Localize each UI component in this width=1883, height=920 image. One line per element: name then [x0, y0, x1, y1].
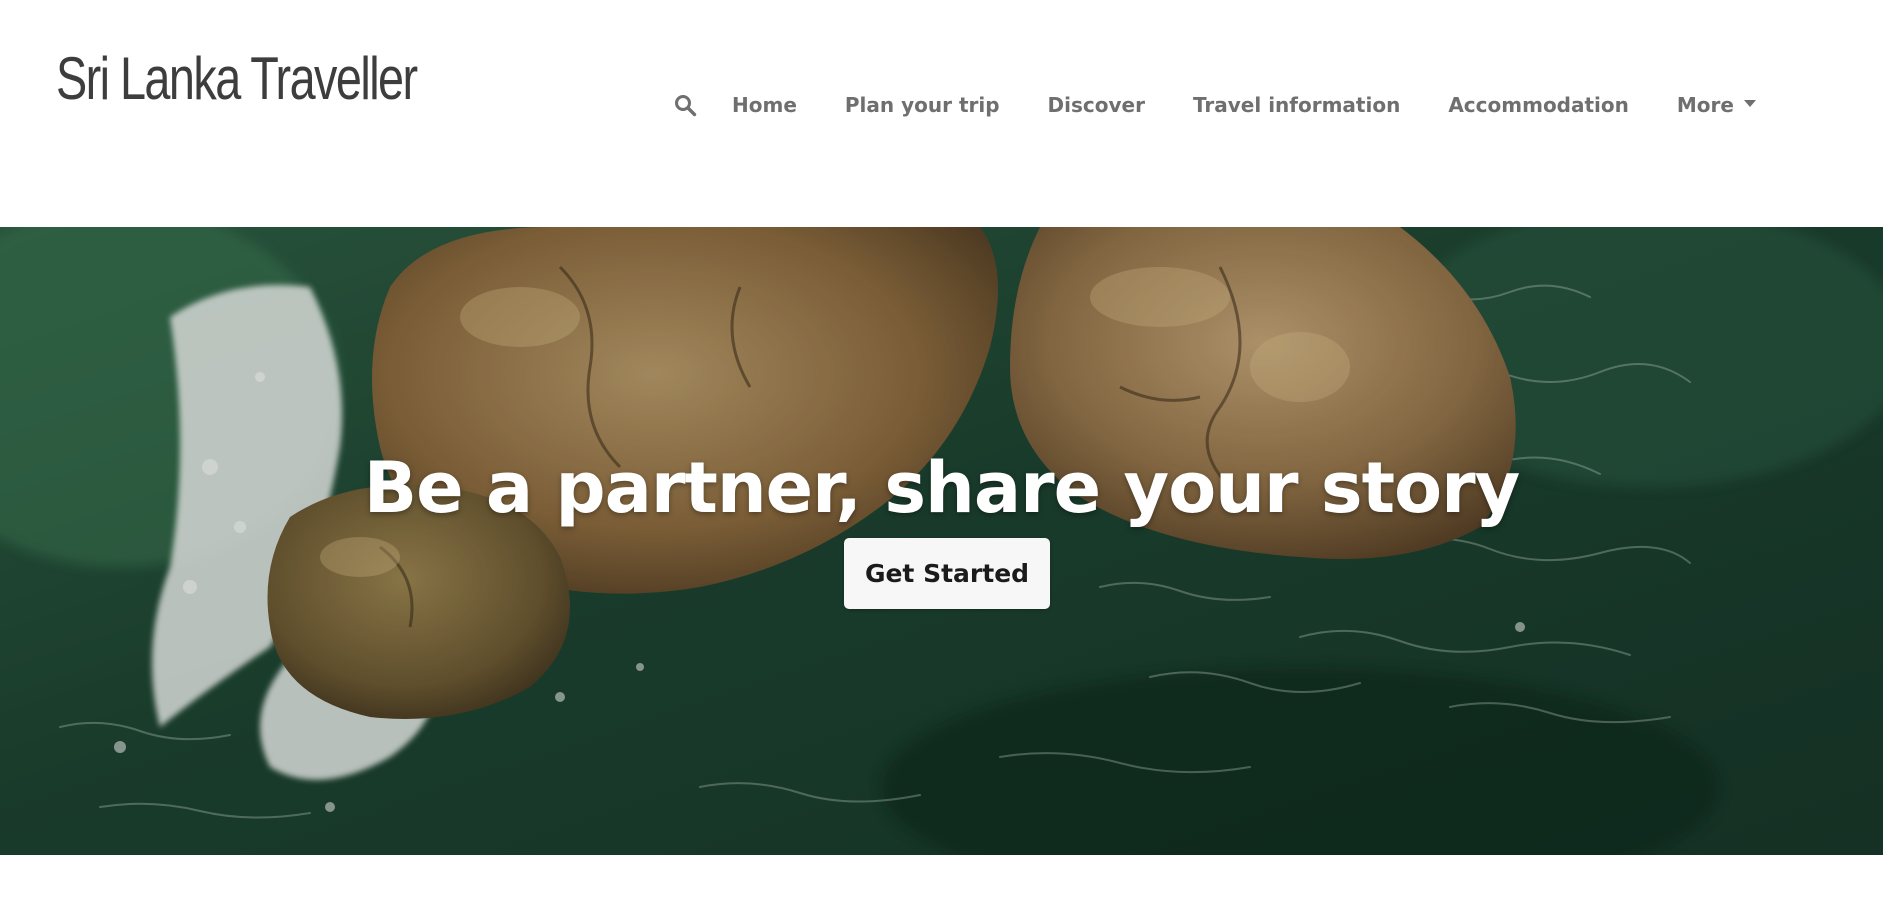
get-started-button[interactable]: Get Started: [844, 538, 1050, 609]
nav-item-home[interactable]: Home: [732, 93, 797, 117]
nav-item-label: Home: [732, 93, 797, 117]
hero-banner: Be a partner, share your story Get Start…: [0, 227, 1883, 855]
nav-item-label: Plan your trip: [844, 93, 1000, 117]
nav-item-label: Accommodation: [1448, 93, 1629, 117]
main-nav: Home Plan your trip Discover Travel info…: [672, 88, 1756, 122]
search-icon[interactable]: [672, 92, 698, 118]
nav-item-label: More: [1676, 93, 1734, 117]
site-logo[interactable]: Sri Lanka Traveller: [56, 46, 418, 112]
nav-item-plan-your-trip[interactable]: Plan your trip: [845, 93, 1000, 117]
site-header: Sri Lanka Traveller Home Plan your trip …: [0, 0, 1883, 227]
nav-item-label: Travel information: [1192, 93, 1401, 117]
nav-item-more-dropdown[interactable]: More: [1677, 93, 1756, 117]
nav-item-label: Discover: [1047, 93, 1145, 117]
page: Sri Lanka Traveller Home Plan your trip …: [0, 0, 1883, 920]
nav-item-travel-information[interactable]: Travel information: [1193, 93, 1400, 117]
hero-title: Be a partner, share your story: [363, 446, 1521, 529]
nav-item-discover[interactable]: Discover: [1048, 93, 1145, 117]
nav-item-accommodation[interactable]: Accommodation: [1448, 93, 1629, 117]
caret-down-icon: [1743, 99, 1756, 107]
